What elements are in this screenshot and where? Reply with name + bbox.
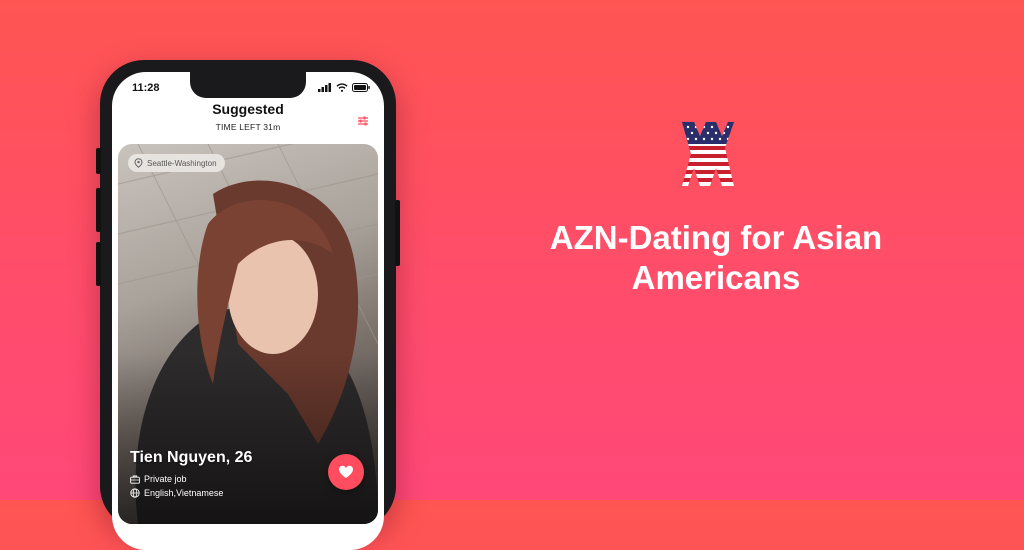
wifi-icon xyxy=(336,83,348,92)
profile-languages: English,Vietnamese xyxy=(144,488,224,498)
page-title: Suggested xyxy=(212,101,284,117)
globe-icon xyxy=(130,488,140,498)
app-tagline: AZN-Dating for Asian Americans xyxy=(549,219,883,296)
like-button[interactable] xyxy=(328,454,364,490)
profile-job: Private job xyxy=(144,474,187,484)
status-icons xyxy=(318,83,370,92)
profile-card[interactable]: Seattle-Washington Tien Nguyen, 26 Priva… xyxy=(118,144,378,524)
phone-notch xyxy=(190,72,306,98)
profile-job-row: Private job xyxy=(130,474,187,484)
american-flag-xx-logo xyxy=(682,122,734,186)
location-pill: Seattle-Washington xyxy=(128,154,225,172)
phone-power-button xyxy=(395,200,400,266)
location-text: Seattle-Washington xyxy=(147,158,217,168)
phone-mute-switch xyxy=(96,148,101,174)
briefcase-icon xyxy=(130,475,140,484)
profile-language-row: English,Vietnamese xyxy=(130,488,223,498)
signal-icon xyxy=(318,83,331,92)
phone-screen: 11:28 Suggested TIME LEFT 31m Seattle-Wa… xyxy=(112,72,384,550)
phone-volume-down xyxy=(96,242,101,286)
location-pin-icon xyxy=(134,158,143,168)
profile-name-age: Tien Nguyen, 26 xyxy=(130,449,253,466)
heart-icon xyxy=(339,465,353,478)
phone-mockup: 11:28 Suggested TIME LEFT 31m Seattle-Wa… xyxy=(96,60,400,550)
phone-volume-up xyxy=(96,188,101,232)
filter-sliders-icon xyxy=(358,116,368,126)
time-left-label: TIME LEFT 31m xyxy=(215,122,281,132)
battery-icon xyxy=(352,83,370,92)
status-time: 11:28 xyxy=(132,82,160,94)
filter-button[interactable] xyxy=(356,114,370,128)
